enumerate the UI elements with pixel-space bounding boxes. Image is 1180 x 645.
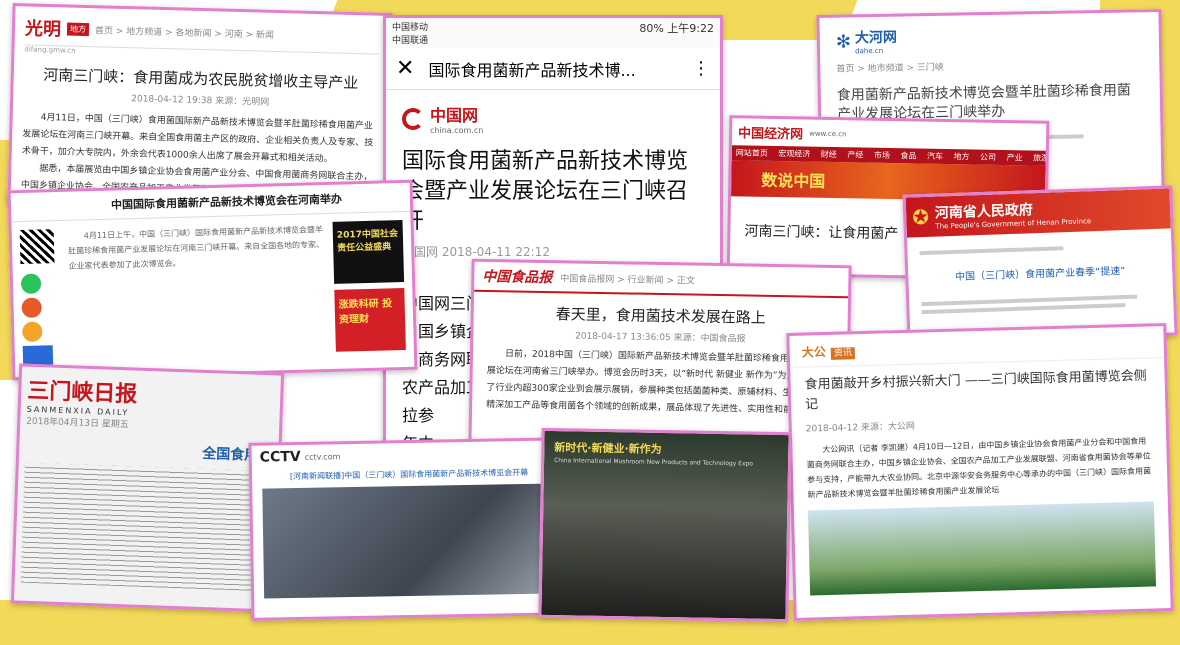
guoji-card: 中国国际食用菌新产品新技术博览会在河南举办 4月11日上午，中国（三门峡）国际食…: [7, 179, 418, 381]
cctv-logo-url: cctv.com: [304, 451, 341, 462]
nav-item[interactable]: 地方: [953, 152, 969, 161]
phone-header-title: 国际食用菌新产品新技术博...: [428, 60, 636, 80]
nav-item[interactable]: 产业: [1007, 153, 1023, 162]
expo-photo-card: 新时代·新健业·新作为 China International Mushroom…: [538, 427, 792, 623]
guoji-share-bar: [19, 229, 64, 366]
guoji-ad2[interactable]: 涨跌科研 投资理财: [334, 287, 406, 352]
dagong-logo-tag: 资讯: [830, 347, 856, 360]
wechat-icon[interactable]: [20, 273, 42, 295]
jingji-logo[interactable]: 中国经济网: [738, 122, 803, 142]
dahe-breadcrumb[interactable]: 首页 > 地市频道 > 三门峡: [836, 56, 1143, 75]
qzone-icon[interactable]: [22, 321, 43, 342]
guoji-title: 中国国际食用菌新产品新技术博览会在河南举办: [110, 192, 343, 212]
nav-item[interactable]: 食品: [900, 151, 916, 160]
dagong-title: 食用菌敲开乡村振兴新大门 ——三门峡国际食用菌博览会侧记: [804, 368, 1147, 413]
guangming-breadcrumb[interactable]: 首页 > 地方频道 > 各地新闻 > 河南 > 新闻: [95, 23, 274, 41]
weibo-icon[interactable]: [21, 297, 42, 319]
cctv-card: CCTV cctv.com [河南新闻联播]中国（三门峡）国际食用菌新产品新技术…: [248, 437, 572, 621]
expo-banner: 新时代·新健业·新作为: [554, 441, 662, 456]
nav-item[interactable]: 旅游: [1033, 154, 1046, 163]
henan-gov-title: 中国（三门峡）食用菌产业春季“提速”: [955, 266, 1126, 283]
phone-brand: 中国网: [430, 106, 479, 125]
china-com-logo-icon: [402, 107, 424, 130]
phone-article-title: 国际食用菌新产品新技术博览会暨产业发展论坛在三门峡召开: [402, 149, 689, 234]
sanmenxia-headline: 全国食用菌: [201, 445, 273, 465]
nav-item[interactable]: 汽车: [927, 152, 943, 161]
guoji-ad1[interactable]: 2017中国社会责任公益盛典: [332, 220, 405, 284]
nav-item[interactable]: 宏观经济: [778, 149, 810, 159]
nav-item[interactable]: 财经: [821, 150, 837, 159]
emblem-icon: ✪: [911, 204, 930, 230]
dagong-card: 大公 资讯 食用菌敲开乡村振兴新大门 ——三门峡国际食用菌博览会侧记 2018-…: [786, 323, 1174, 621]
shipin-title: 春天里，食用菌技术发展在路上: [555, 305, 766, 327]
expo-sub: China International Mushroom New Product…: [554, 457, 754, 468]
nav-item[interactable]: 公司: [980, 153, 996, 162]
guangming-para1: 4月11日，中国（三门峡）食用菌国际新产品新技术博览会暨羊肚菌珍稀食用菌产业发展…: [21, 112, 374, 165]
phone-carrier1: 中国移动: [392, 23, 429, 33]
jingji-logo-url: www.ce.cn: [809, 129, 847, 138]
nav-item[interactable]: 市场: [874, 151, 890, 160]
phone-status: 80% 上午9:22: [639, 22, 714, 35]
qrcode-icon: [19, 229, 55, 265]
dagong-body: 大公网讯（记者 李凯建）4月10日—12日，由中国乡镇企业协会食用菌产业分会和中…: [806, 436, 1152, 500]
cctv-logo[interactable]: CCTV: [260, 449, 301, 466]
guangming-logo[interactable]: 光明: [25, 14, 62, 41]
dahe-logo-url: dahe.cn: [855, 46, 884, 56]
close-icon[interactable]: ✕: [396, 56, 414, 81]
nav-item[interactable]: 网站首页: [736, 148, 768, 158]
phone-article-meta: 中国网 2018-04-11 22:12: [402, 245, 550, 259]
sanmenxia-card: 三门峡日报 SANMENXIA DAILY 2018年04月13日 星期五 全国…: [10, 363, 285, 613]
cctv-video-frame[interactable]: [262, 483, 559, 599]
sanmenxia-logo[interactable]: 三门峡日报: [27, 373, 138, 409]
more-icon[interactable]: ⋮: [692, 58, 710, 79]
shipin-breadcrumb[interactable]: 中国食品报网 > 行业新闻 > 正文: [560, 271, 695, 286]
dahe-logo[interactable]: 大河网: [855, 27, 897, 48]
phone-carrier2: 中国联通: [392, 36, 429, 46]
dagong-photo: [807, 501, 1157, 596]
phone-brand-url: china.com.cn: [430, 126, 484, 135]
dagong-meta: 2018-04-12 来源：大公网: [805, 421, 916, 435]
nav-item[interactable]: 产经: [847, 150, 863, 159]
dagong-logo[interactable]: 大公: [802, 345, 826, 360]
henan-gov-card: ✪ 河南省人民政府 The People's Government of Hen…: [902, 185, 1178, 345]
guoji-body: 4月11日上午，中国（三门峡）国际食用菌新产品新技术博览会暨羊肚菌珍稀食用菌产业…: [68, 225, 325, 271]
dahe-logo-icon: ✻: [835, 30, 852, 53]
newspaper-columns: [20, 462, 272, 592]
shipin-logo[interactable]: 中国食品报: [482, 266, 552, 287]
guangming-logo-tag: 地方: [66, 21, 90, 36]
